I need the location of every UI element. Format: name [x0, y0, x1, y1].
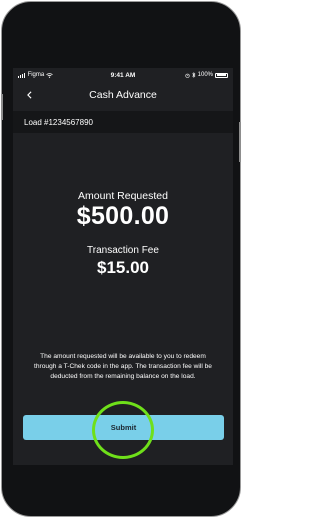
amount-requested-value: $500.00 — [76, 202, 170, 230]
battery-percent: 100% — [197, 72, 213, 78]
alarm-icon — [185, 73, 190, 78]
volume-button — [1, 94, 3, 120]
back-button[interactable] — [21, 87, 37, 103]
app-screen: Figma 9:41 AM 100% Cash Advance Load #12… — [13, 68, 233, 465]
back-chevron-icon — [26, 91, 31, 99]
transaction-fee-label: Transaction Fee — [87, 245, 159, 256]
phone-frame: Figma 9:41 AM 100% Cash Advance Load #12… — [1, 1, 241, 517]
info-message: The amount requested will be available t… — [34, 353, 212, 380]
load-number-label: Load #1234567890 — [24, 117, 93, 127]
amount-requested-label: Amount Requested — [78, 190, 168, 202]
nav-bar: Cash Advance — [13, 84, 233, 106]
status-bar: Figma 9:41 AM 100% — [13, 68, 233, 82]
submit-button[interactable]: Submit — [23, 415, 224, 440]
load-number-row: Load #1234567890 — [13, 111, 233, 133]
battery-icon — [215, 72, 228, 78]
page-title: Cash Advance — [89, 89, 157, 101]
bluetooth-icon — [191, 72, 196, 78]
transaction-fee-value: $15.00 — [97, 258, 149, 277]
power-button — [239, 122, 241, 162]
